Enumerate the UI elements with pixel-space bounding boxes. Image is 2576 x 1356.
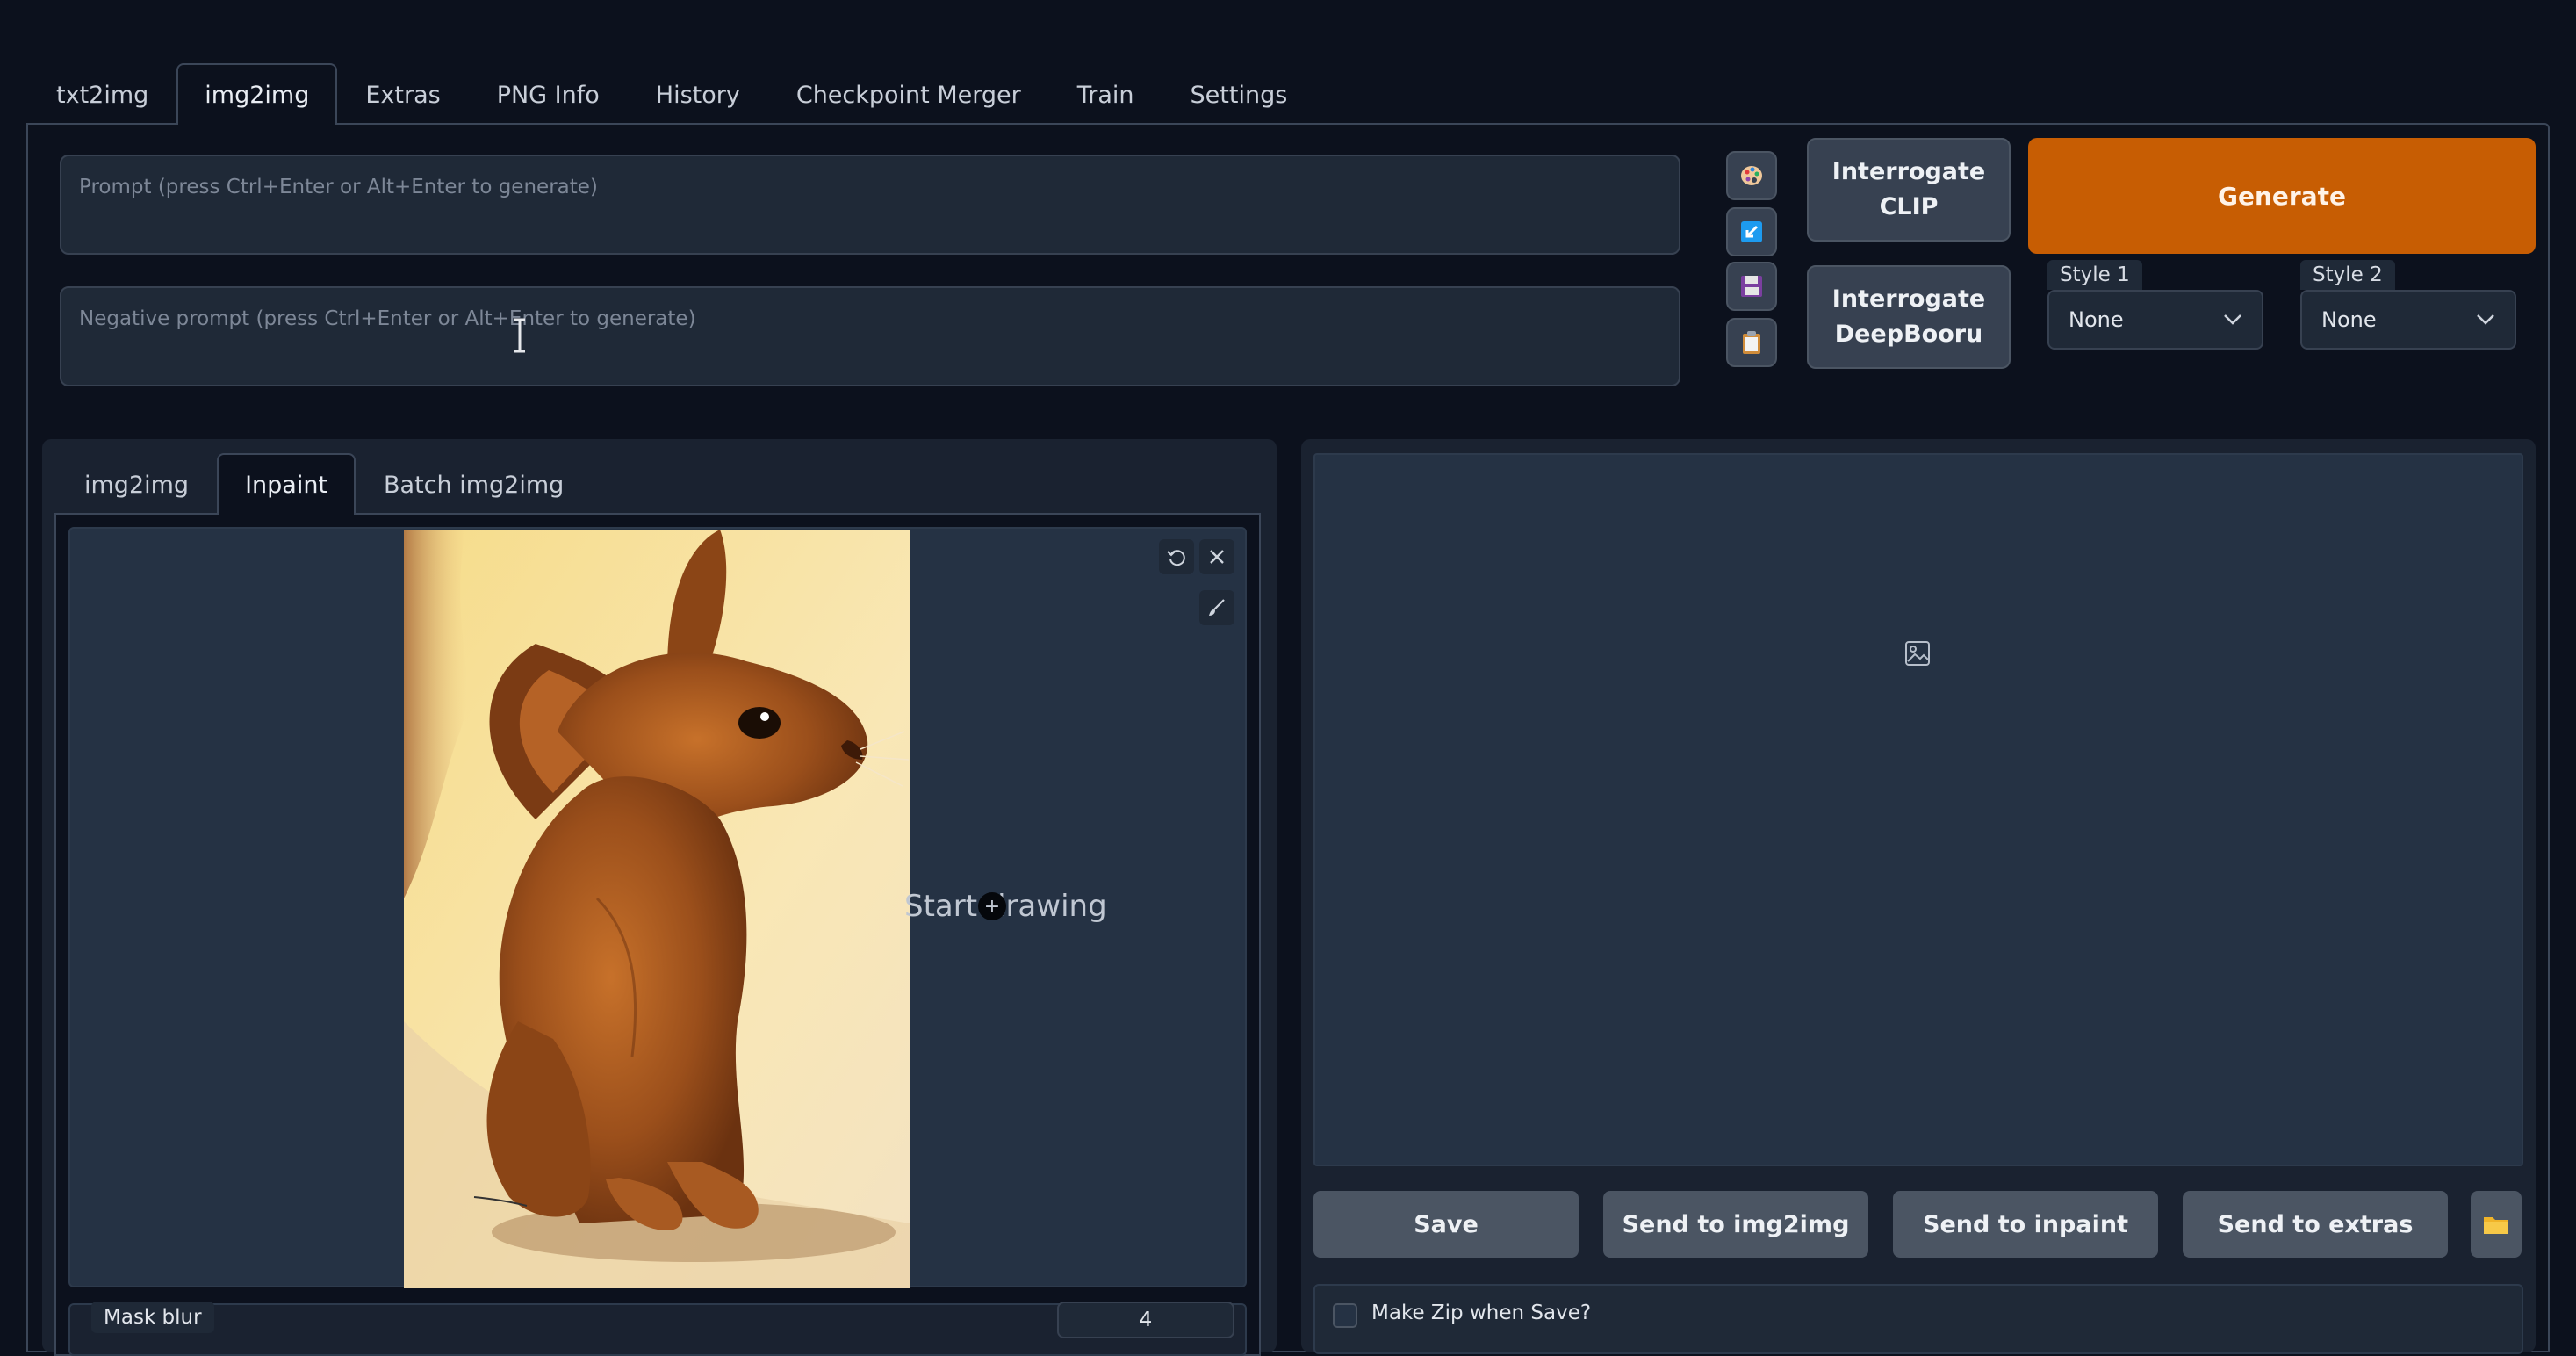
mask-blur-input[interactable]: 4 (1057, 1302, 1234, 1338)
chevron-down-icon (2224, 314, 2241, 325)
palette-button[interactable] (1726, 151, 1777, 200)
make-zip-checkbox[interactable] (1333, 1303, 1357, 1328)
main-tab-bar: txt2img img2img Extras PNG Info History … (28, 63, 1315, 125)
tab-label: img2img (84, 471, 190, 499)
tab-png-info[interactable]: PNG Info (469, 63, 628, 125)
image-placeholder-icon (1905, 641, 1930, 666)
page-edge (2565, 0, 2576, 1340)
save-style-button[interactable] (1726, 262, 1777, 311)
tab-settings[interactable]: Settings (1162, 63, 1316, 125)
tab-checkpoint-merger[interactable]: Checkpoint Merger (768, 63, 1049, 125)
brush-button[interactable] (1199, 590, 1234, 625)
img2img-mode-tabs: img2img Inpaint Batch img2img (56, 453, 592, 515)
tab-inpaint[interactable]: Inpaint (217, 453, 356, 515)
chevron-down-icon (2477, 314, 2494, 325)
rabbit-painting (404, 530, 910, 1288)
undo-icon (1167, 550, 1185, 566)
tab-label: PNG Info (496, 81, 600, 109)
tab-label: History (655, 81, 740, 109)
save-button[interactable]: Save (1313, 1191, 1579, 1258)
tab-label: img2img (205, 81, 310, 109)
tab-label: Inpaint (245, 471, 328, 499)
text-cursor-icon (514, 318, 525, 353)
style1-value: None (2069, 307, 2124, 332)
button-label: CLIP (1879, 193, 1939, 220)
button-label: Interrogate (1831, 285, 1986, 313)
read-params-button[interactable] (1726, 207, 1777, 256)
interrogate-deepbooru-button[interactable]: Interrogate DeepBooru (1807, 265, 2011, 369)
brush-icon (1209, 599, 1225, 616)
generate-button[interactable]: Generate (2028, 138, 2536, 254)
prompt-input[interactable]: Prompt (press Ctrl+Enter or Alt+Enter to… (60, 155, 1680, 255)
style2-value: None (2321, 307, 2377, 332)
brush-cursor-icon: + (978, 892, 1006, 920)
tab-extras[interactable]: Extras (337, 63, 468, 125)
folder-icon (2484, 1217, 2508, 1234)
tab-label: txt2img (56, 81, 149, 109)
tab-img2img-mode[interactable]: img2img (56, 453, 217, 515)
button-label: DeepBooru (1834, 321, 1983, 348)
mask-blur-label: Mask blur (91, 1302, 214, 1333)
tab-label: Train (1076, 81, 1134, 109)
open-folder-button[interactable] (2471, 1191, 2522, 1258)
source-image[interactable] (404, 530, 910, 1288)
output-gallery[interactable] (1313, 453, 2523, 1166)
tab-label: Extras (365, 81, 441, 109)
clipboard-icon (1743, 331, 1760, 354)
send-to-extras-button[interactable]: Send to extras (2183, 1191, 2448, 1258)
save-disk-icon (1741, 276, 1762, 297)
tab-label: Settings (1190, 81, 1288, 109)
negative-prompt-input[interactable]: Negative prompt (press Ctrl+Enter or Alt… (60, 286, 1680, 386)
style2-dropdown[interactable]: None (2300, 290, 2516, 350)
style1-dropdown[interactable]: None (2047, 290, 2263, 350)
tab-train[interactable]: Train (1049, 63, 1162, 125)
close-icon (1210, 550, 1224, 564)
prompt-placeholder: Prompt (press Ctrl+Enter or Alt+Enter to… (79, 176, 598, 198)
button-label: Interrogate (1831, 158, 1986, 185)
send-to-inpaint-button[interactable]: Send to inpaint (1893, 1191, 2158, 1258)
tab-label: Batch img2img (384, 471, 565, 499)
paste-style-button[interactable] (1726, 318, 1777, 367)
negative-prompt-placeholder: Negative prompt (press Ctrl+Enter or Alt… (79, 307, 696, 330)
make-zip-label: Make Zip when Save? (1371, 1302, 1592, 1324)
undo-button[interactable] (1159, 539, 1194, 574)
palette-icon (1741, 166, 1762, 185)
interrogate-clip-button[interactable]: Interrogate CLIP (1807, 138, 2011, 242)
tab-img2img[interactable]: img2img (176, 63, 338, 125)
style1-label: Style 1 (2047, 260, 2142, 290)
clear-button[interactable] (1199, 539, 1234, 574)
tab-label: Checkpoint Merger (795, 81, 1021, 109)
send-to-img2img-button[interactable]: Send to img2img (1603, 1191, 1868, 1258)
tab-batch-img2img[interactable]: Batch img2img (356, 453, 592, 515)
style2-label: Style 2 (2300, 260, 2395, 290)
tab-txt2img[interactable]: txt2img (28, 63, 176, 125)
arrow-checkbox-icon (1741, 221, 1762, 242)
tab-history[interactable]: History (628, 63, 768, 125)
